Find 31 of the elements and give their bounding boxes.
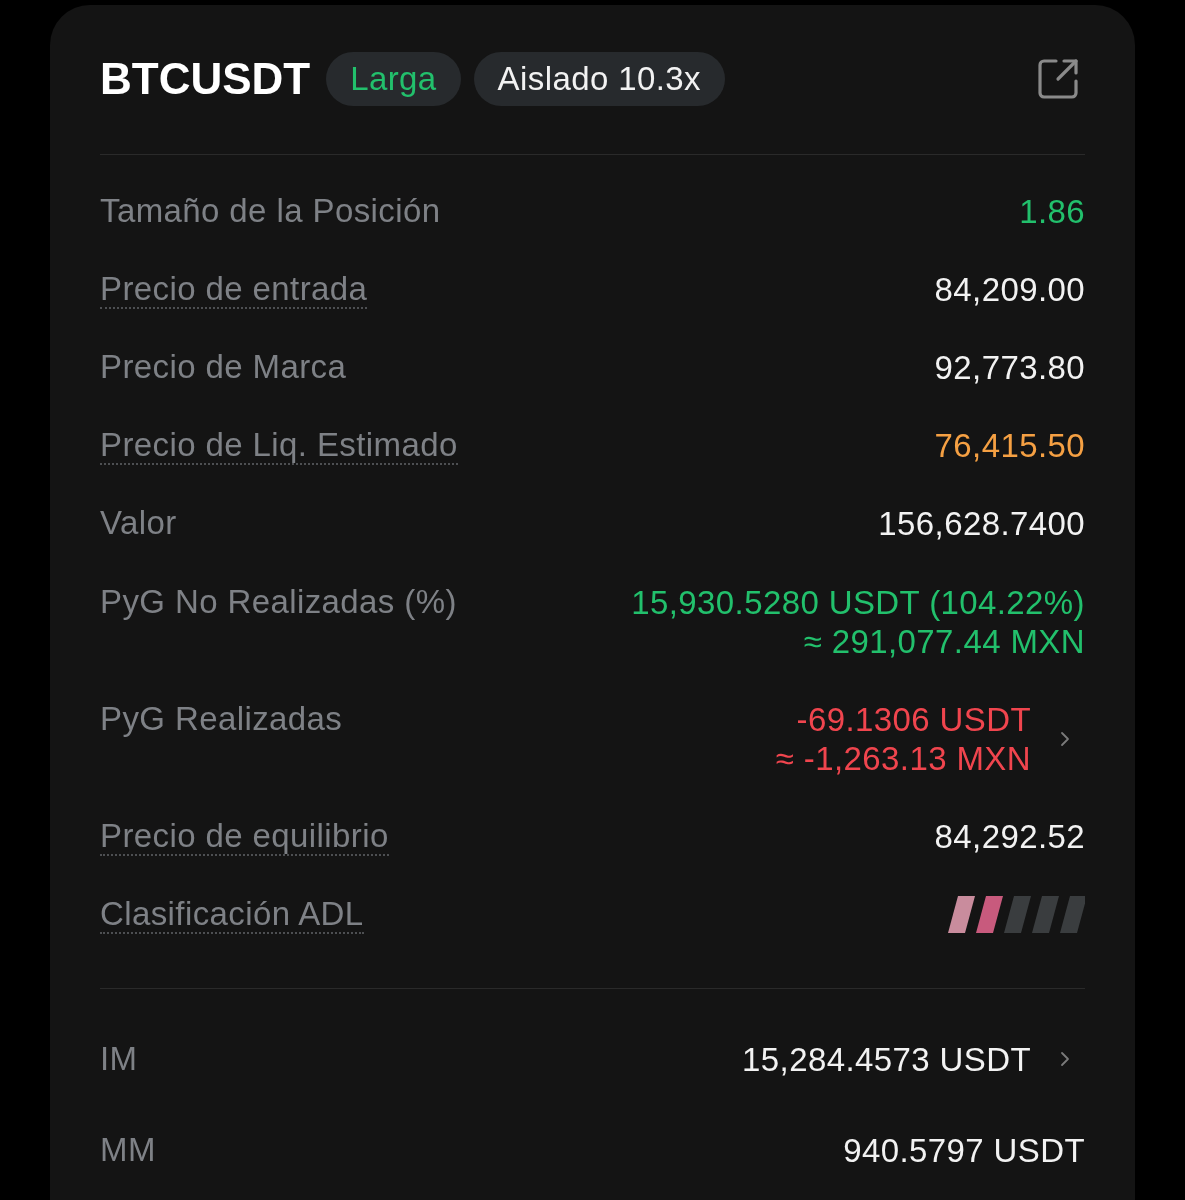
- value-text: 76,415.50: [934, 426, 1085, 466]
- value-text: 84,209.00: [934, 269, 1085, 309]
- value-text: 15,284.4573 USDT: [742, 1039, 1031, 1079]
- row-label[interactable]: Precio de equilibrio: [100, 816, 389, 856]
- value-text: 1.86: [1019, 191, 1085, 231]
- symbol-title: BTCUSDT: [100, 53, 311, 105]
- adl-segment: [1032, 896, 1059, 934]
- value-text: 92,773.80: [934, 347, 1085, 387]
- adl-segment: [948, 896, 975, 934]
- row-label: IM: [100, 1039, 138, 1079]
- row-label: MM: [100, 1130, 156, 1170]
- row-label[interactable]: Clasificación ADL: [100, 895, 364, 935]
- row-label[interactable]: Precio de entrada: [100, 269, 368, 309]
- value-text: 940.5797 USDT: [843, 1130, 1085, 1170]
- value-text: 156,628.7400: [878, 504, 1085, 544]
- row-label: Valor: [100, 504, 177, 544]
- value-text: -69.1306 USDT: [796, 699, 1031, 739]
- adl-segment: [976, 896, 1003, 934]
- value-text: ≈ -1,263.13 MXN: [775, 738, 1031, 778]
- adl-segment: [1004, 896, 1031, 934]
- position-badge: Aislado 10.3x: [473, 52, 725, 106]
- position-badge: Larga: [326, 52, 461, 106]
- row-label: Precio de Marca: [100, 347, 347, 387]
- value-text: ≈ 291,077.44 MXN: [803, 621, 1085, 661]
- value-text: 15,930.5280 USDT (104.22%): [631, 582, 1085, 622]
- value-text: 84,292.52: [934, 816, 1085, 856]
- row-label: Tamaño de la Posición: [100, 191, 441, 231]
- row-label: PyG No Realizadas (%): [100, 582, 457, 622]
- row-label: PyG Realizadas: [100, 699, 343, 739]
- row-label[interactable]: Precio de Liq. Estimado: [100, 426, 458, 466]
- adl-segment: [1060, 896, 1085, 934]
